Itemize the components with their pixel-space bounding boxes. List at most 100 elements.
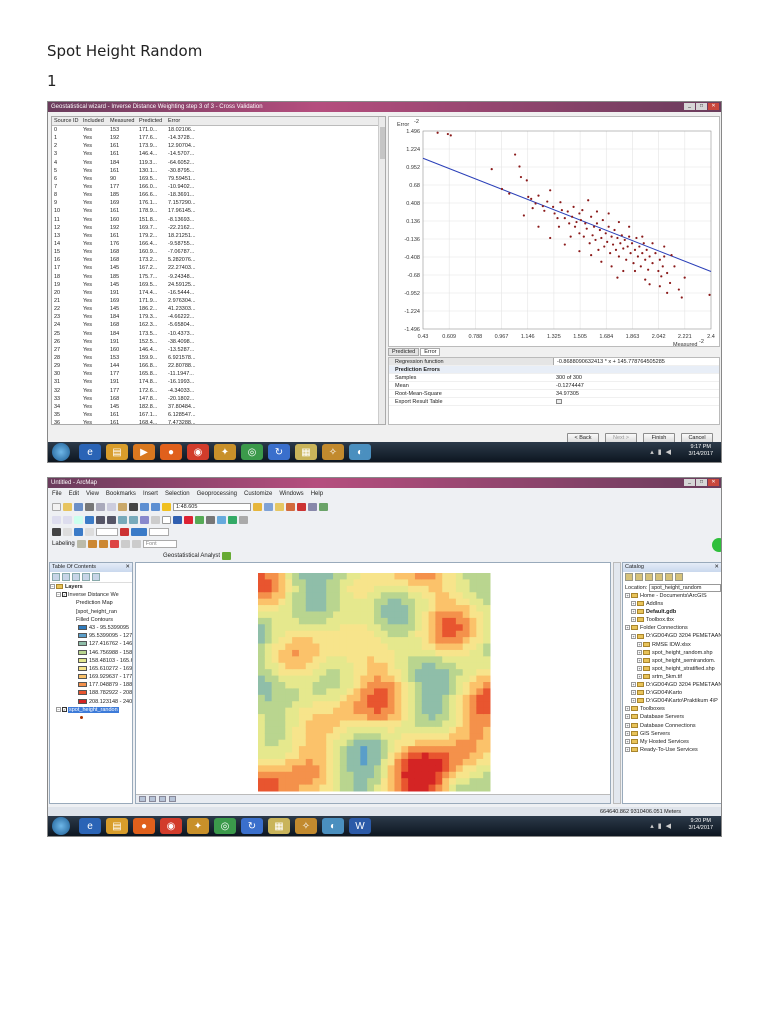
table-row[interactable]: 15 Yes 168 160.9... -7.06787... <box>52 248 385 256</box>
column-error[interactable]: Error <box>166 117 204 125</box>
chrome-icon[interactable]: ◎ <box>214 818 236 834</box>
expand-icon[interactable]: + <box>637 657 642 663</box>
points-layer[interactable]: − ✓ spot_height_randon <box>50 706 132 714</box>
pause-labeling-icon[interactable] <box>120 539 130 548</box>
launch-icon[interactable] <box>712 538 721 552</box>
notes-icon[interactable]: ▦ <box>295 444 317 460</box>
line-combo[interactable] <box>149 527 169 536</box>
redo-icon[interactable] <box>151 502 160 511</box>
minimize-icon[interactable]: _ <box>684 479 695 486</box>
column-source-id[interactable]: Source ID <box>52 117 81 125</box>
table-row[interactable]: 23 Yes 184 179.3... -4.66222... <box>52 313 385 321</box>
menu-view[interactable]: View <box>86 489 99 499</box>
list-by-source-icon[interactable] <box>62 573 70 581</box>
toc-icon[interactable] <box>264 502 273 511</box>
start-button[interactable] <box>52 443 70 461</box>
menu-file[interactable]: File <box>52 489 62 499</box>
legend-class[interactable]: 177.048879 - 188 <box>50 681 132 689</box>
catalog-item[interactable]: + srtm_5km.tif <box>623 673 721 681</box>
label-weight-icon[interactable] <box>98 539 108 548</box>
table-row[interactable]: 34 Yes 145 182.8... 37.80484... <box>52 403 385 411</box>
table-row[interactable]: 30 Yes 177 165.8... -11.1947... <box>52 370 385 378</box>
arcgis-icon[interactable]: ✦ <box>214 444 236 460</box>
list-by-drawing-order-icon[interactable] <box>52 573 60 581</box>
arrow-up-icon[interactable]: ▴ <box>650 448 654 456</box>
font-combo[interactable]: Font <box>142 539 177 548</box>
table-row[interactable]: 17 Yes 145 167.2... 22.27403... <box>52 264 385 272</box>
catalog-item[interactable]: + GIS Servers <box>623 730 721 738</box>
catalog-item[interactable]: + Default.gdb <box>623 608 721 616</box>
expand-icon[interactable]: + <box>631 698 636 704</box>
table-scrollbar[interactable] <box>378 117 385 424</box>
catalog-item[interactable]: + spot_height_stratified.shp <box>623 665 721 673</box>
table-row[interactable]: 29 Yes 144 166.8... 22.80788... <box>52 362 385 370</box>
table-row[interactable]: 12 Yes 192 169.7... -22.2162... <box>52 224 385 232</box>
firefox-icon[interactable]: ● <box>160 444 182 460</box>
sync-icon[interactable]: ↻ <box>268 444 290 460</box>
column-predicted[interactable]: Predicted <box>137 117 166 125</box>
table-row[interactable]: 3 Yes 161 146.4... -14.5707... <box>52 150 385 158</box>
fill-color-icon[interactable] <box>131 527 147 536</box>
app-icon[interactable]: ◉ <box>187 444 209 460</box>
find-icon[interactable] <box>217 515 226 524</box>
expand-icon[interactable]: + <box>625 738 630 744</box>
home-icon[interactable] <box>645 573 653 581</box>
goto-xy-icon[interactable] <box>228 515 237 524</box>
fixed-zoom-out-icon[interactable] <box>107 515 116 524</box>
chrome-icon[interactable]: ◎ <box>241 444 263 460</box>
minimize-icon[interactable]: _ <box>684 103 695 110</box>
expand-icon[interactable]: + <box>625 593 630 599</box>
toggle-contents-icon[interactable] <box>665 573 673 581</box>
identify-icon[interactable] <box>173 515 182 524</box>
label-manager-icon[interactable] <box>76 539 86 548</box>
lock-labels-icon[interactable] <box>109 539 119 548</box>
menu-windows[interactable]: Windows <box>279 489 303 499</box>
table-row[interactable]: 5 Yes 161 130.1... -30.8795... <box>52 167 385 175</box>
rotate-icon[interactable] <box>63 527 72 536</box>
expand-icon[interactable]: + <box>631 617 636 623</box>
zoom-out-icon[interactable] <box>63 515 72 524</box>
expand-icon[interactable]: + <box>625 714 630 720</box>
catalog-item[interactable]: + Database Connections <box>623 722 721 730</box>
legend-class[interactable]: 95.5399095 - 127 <box>50 632 132 640</box>
forward-extent-icon[interactable] <box>129 515 138 524</box>
undo-icon[interactable] <box>140 502 149 511</box>
menu-edit[interactable]: Edit <box>69 489 79 499</box>
new-icon[interactable] <box>52 502 61 511</box>
menu-help[interactable]: Help <box>311 489 323 499</box>
collapse-icon[interactable]: − <box>56 706 61 712</box>
table-row[interactable]: 36 Yes 161 168.4... 7.473288... <box>52 419 385 424</box>
layer-checkbox[interactable]: ✓ <box>62 706 67 712</box>
arccatalog-icon[interactable]: ✧ <box>295 818 317 834</box>
copy-icon[interactable] <box>107 502 116 511</box>
legend-class[interactable]: 169.929637 - 177 <box>50 673 132 681</box>
menu-geoprocessing[interactable]: Geoprocessing <box>197 489 237 499</box>
print-icon[interactable] <box>85 502 94 511</box>
expand-icon[interactable]: + <box>625 730 630 736</box>
view-unplaced-icon[interactable] <box>131 539 141 548</box>
table-row[interactable]: 1 Yes 192 177.6... -14.3728... <box>52 134 385 142</box>
file-explorer-icon[interactable]: ▤ <box>106 444 128 460</box>
pan-icon[interactable] <box>74 515 83 524</box>
select-features-icon[interactable] <box>140 515 149 524</box>
table-row[interactable]: 11 Yes 160 151.8... -8.13693... <box>52 216 385 224</box>
file-explorer-icon[interactable]: ▤ <box>106 818 128 834</box>
start-button[interactable] <box>52 817 70 835</box>
legend-class[interactable]: 146.756988 - 158 <box>50 649 132 657</box>
expand-icon[interactable]: + <box>625 625 630 631</box>
refresh-icon[interactable] <box>159 796 166 802</box>
hyperlink-icon[interactable] <box>184 515 193 524</box>
export-row[interactable]: Export Result Table <box>389 398 719 406</box>
text-icon[interactable] <box>85 527 94 536</box>
table-row[interactable]: 19 Yes 145 169.5... 24.59125... <box>52 281 385 289</box>
table-row[interactable]: 14 Yes 176 166.4... -9.58755... <box>52 240 385 248</box>
python-icon[interactable] <box>308 502 317 511</box>
media-player-icon[interactable]: ▶ <box>133 444 155 460</box>
fixed-zoom-in-icon[interactable] <box>96 515 105 524</box>
firefox-icon[interactable]: ● <box>133 818 155 834</box>
expand-icon[interactable]: + <box>625 746 630 752</box>
add-data-icon[interactable] <box>162 502 171 511</box>
expand-icon[interactable]: + <box>631 601 636 607</box>
catalog-item[interactable]: + spot_height_random.shp <box>623 649 721 657</box>
collapse-icon[interactable]: − <box>50 584 55 590</box>
